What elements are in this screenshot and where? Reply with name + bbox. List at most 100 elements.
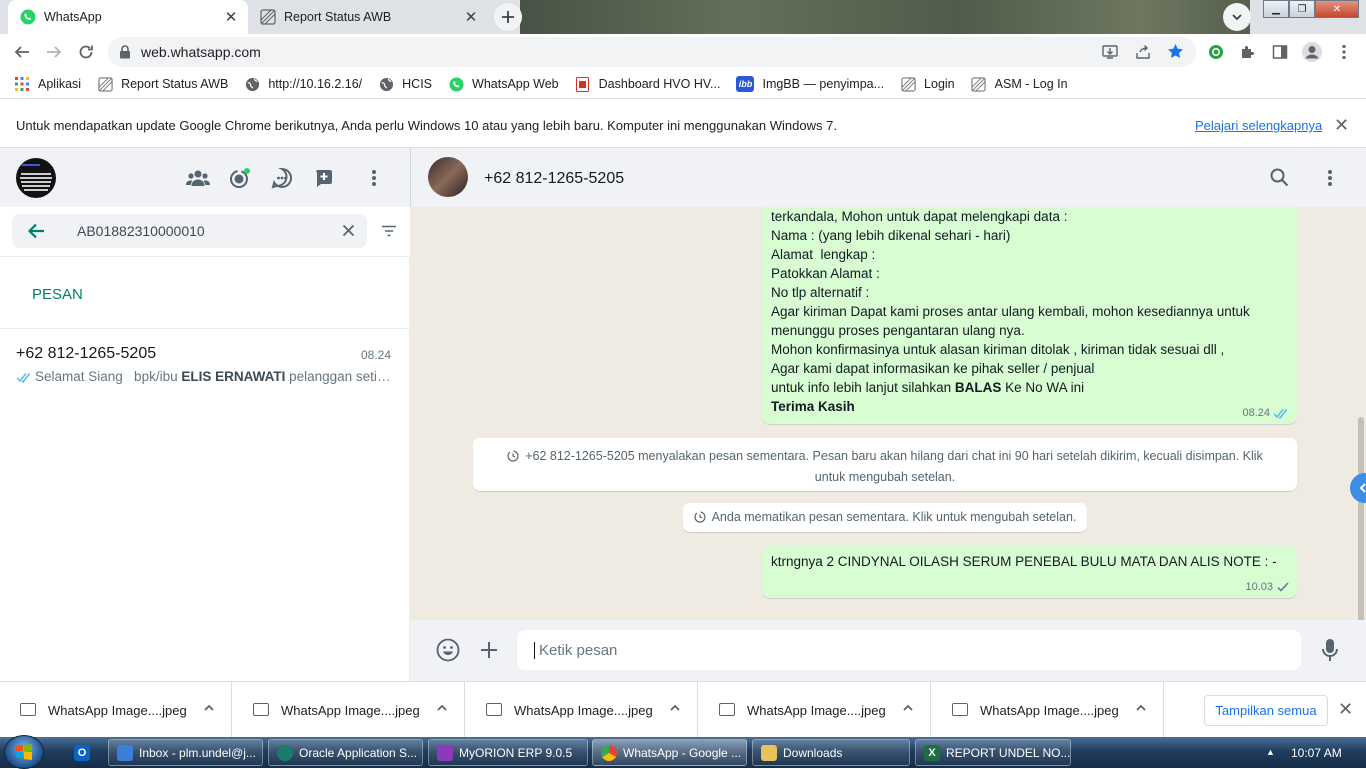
message-input[interactable]: Ketik pesan <box>517 630 1301 670</box>
message-bold: BALAS <box>954 380 1002 395</box>
install-app-icon[interactable] <box>1102 44 1118 60</box>
chevron-up-icon[interactable] <box>1135 702 1147 714</box>
new-chat-icon[interactable] <box>311 165 337 191</box>
search-input[interactable]: AB01882310000010 <box>12 214 367 248</box>
new-tab-button[interactable] <box>494 3 522 31</box>
image-file-icon <box>253 703 269 716</box>
show-all-downloads-button[interactable]: Tampilkan semua <box>1204 695 1328 726</box>
taskbar-label: REPORT UNDEL NO... <box>946 745 1071 760</box>
forward-button[interactable] <box>42 40 66 64</box>
chevron-up-icon[interactable] <box>203 702 215 714</box>
download-shelf: WhatsApp Image....jpeg WhatsApp Image...… <box>0 681 1366 738</box>
taskbar-item-inbox[interactable]: Inbox - plm.undel@j... <box>108 739 263 766</box>
image-file-icon <box>719 703 735 716</box>
browser-toolbar: web.whatsapp.com <box>0 34 1366 70</box>
clear-search-icon[interactable] <box>342 224 355 237</box>
bookmark-imgbb[interactable]: ibb ImgBB — penyimpa... <box>736 76 884 92</box>
maximize-button[interactable]: ❐ <box>1289 0 1315 18</box>
taskbar-item-downloads[interactable]: Downloads <box>752 739 910 766</box>
tab-close-icon[interactable]: ✕ <box>462 8 480 26</box>
download-item[interactable]: WhatsApp Image....jpeg <box>466 682 698 738</box>
chevron-up-icon[interactable] <box>436 702 448 714</box>
side-floating-button[interactable] <box>1350 473 1366 503</box>
bookmark-hcis[interactable]: HCIS <box>378 76 432 92</box>
single-check-icon <box>1277 582 1289 592</box>
emoji-icon[interactable] <box>436 638 460 662</box>
status-icon[interactable] <box>227 165 253 191</box>
mail-icon <box>117 744 133 761</box>
message-line: Nama : (yang lebih dikenal sehari - hari… <box>771 228 1011 243</box>
taskbar-item-excel[interactable]: X REPORT UNDEL NO... <box>915 739 1071 766</box>
start-button[interactable] <box>4 735 44 769</box>
tab-whatsapp[interactable]: WhatsApp ✕ <box>8 0 248 34</box>
close-shelf-icon[interactable]: ✕ <box>1338 699 1353 720</box>
channels-icon[interactable] <box>269 165 295 191</box>
tab-search-button[interactable] <box>1223 3 1251 31</box>
reload-button[interactable] <box>74 40 98 64</box>
taskbar-clock[interactable]: 10:07 AM <box>1291 746 1342 760</box>
conversation-header[interactable]: +62 812-1265-5205 <box>410 148 1366 207</box>
bookmark-dashboard-hvo[interactable]: Dashboard HVO HV... <box>575 76 720 92</box>
communities-icon[interactable] <box>185 165 211 191</box>
extension-whatsapp-icon[interactable] <box>1204 40 1228 64</box>
tab-report-status-awb[interactable]: Report Status AWB ✕ <box>248 0 488 34</box>
menu-kebab-icon[interactable] <box>1328 169 1332 187</box>
back-arrow-icon[interactable] <box>27 223 45 239</box>
side-panel-icon[interactable] <box>1268 40 1292 64</box>
timer-icon <box>507 450 519 462</box>
tab-close-icon[interactable]: ✕ <box>222 8 240 26</box>
taskbar-item-chrome[interactable]: WhatsApp - Google ... <box>592 739 747 766</box>
message-time: 10.03 <box>1245 581 1273 593</box>
preview-bold: ELIS ERNAWATI <box>181 369 286 384</box>
browser-menu-icon[interactable] <box>1332 40 1356 64</box>
bookmark-label: WhatsApp Web <box>472 77 559 91</box>
download-filename: WhatsApp Image....jpeg <box>514 703 653 718</box>
bookmark-asm-login[interactable]: ASM - Log In <box>971 76 1068 92</box>
tray-expand-icon[interactable]: ▲ <box>1266 747 1275 757</box>
download-item[interactable]: WhatsApp Image....jpeg <box>233 682 465 738</box>
profile-avatar-icon[interactable] <box>1300 40 1324 64</box>
download-item[interactable]: WhatsApp Image....jpeg <box>932 682 1164 738</box>
infobar-close-icon[interactable]: ✕ <box>1334 115 1349 136</box>
download-item[interactable]: WhatsApp Image....jpeg <box>699 682 931 738</box>
window-close-button[interactable]: ✕ <box>1315 0 1359 18</box>
lock-icon[interactable] <box>119 45 131 59</box>
taskbar-outlook-pinned[interactable]: O <box>66 739 100 766</box>
address-bar[interactable]: web.whatsapp.com <box>108 37 1196 67</box>
microphone-icon[interactable] <box>1322 638 1338 662</box>
chat-list-item[interactable]: +62 812-1265-5205 08.24 Selamat Siang bp… <box>0 329 409 401</box>
search-icon[interactable] <box>1270 168 1289 187</box>
chevron-up-icon[interactable] <box>902 702 914 714</box>
outgoing-message[interactable]: ktrngnya 2 CINDYNAL OILASH SERUM PENEBAL… <box>762 546 1297 598</box>
bookmark-apps[interactable]: Aplikasi <box>14 76 81 92</box>
extensions-puzzle-icon[interactable] <box>1236 40 1260 64</box>
bookmark-ip-address[interactable]: http://10.16.2.16/ <box>244 76 362 92</box>
contact-avatar[interactable] <box>428 157 468 197</box>
bookmark-star-icon[interactable] <box>1167 43 1184 60</box>
tab-title: Report Status AWB <box>284 10 392 24</box>
attach-plus-icon[interactable] <box>480 641 498 659</box>
message-list[interactable]: terkandala, Mohon untuk dapat melengkapi… <box>410 207 1366 620</box>
system-message-disappearing-on[interactable]: +62 812-1265-5205 menyalakan pesan semen… <box>473 438 1297 491</box>
menu-kebab-icon[interactable] <box>361 165 387 191</box>
download-item[interactable]: WhatsApp Image....jpeg <box>0 682 232 738</box>
message-line: No tlp alternatif : <box>771 285 870 300</box>
oracle-app-icon <box>277 744 293 761</box>
bookmark-whatsapp-web[interactable]: WhatsApp Web <box>448 76 559 92</box>
minimize-button[interactable]: ▁ <box>1263 0 1289 18</box>
profile-avatar[interactable] <box>16 158 56 198</box>
learn-more-link[interactable]: Pelajari selengkapnya <box>1195 118 1322 133</box>
message-scrollbar[interactable] <box>1358 417 1364 620</box>
system-message-disappearing-off[interactable]: Anda mematikan pesan sementara. Klik unt… <box>683 503 1087 532</box>
back-button[interactable] <box>10 40 34 64</box>
bookmark-report-status-awb[interactable]: Report Status AWB <box>97 76 228 92</box>
image-file-icon <box>486 703 502 716</box>
filter-icon[interactable] <box>381 225 397 237</box>
taskbar-item-myorion[interactable]: MyORION ERP 9.0.5 <box>428 739 588 766</box>
share-icon[interactable] <box>1135 44 1151 60</box>
message-meta: 08.24 <box>1242 407 1289 419</box>
bookmark-login[interactable]: Login <box>900 76 955 92</box>
taskbar-item-oracle[interactable]: Oracle Application S... <box>268 739 423 766</box>
outgoing-message[interactable]: terkandala, Mohon untuk dapat melengkapi… <box>762 207 1297 424</box>
chevron-up-icon[interactable] <box>669 702 681 714</box>
